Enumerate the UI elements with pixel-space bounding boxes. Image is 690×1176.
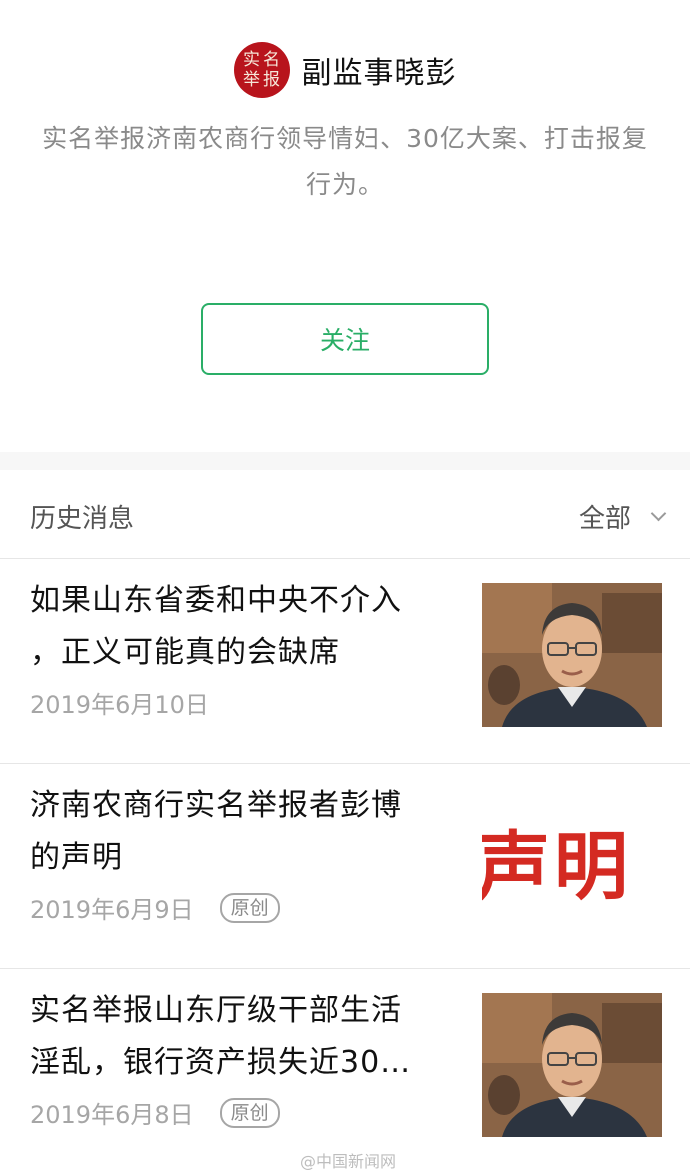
article-thumbnail <box>482 583 662 727</box>
account-profile: 实 名 举 报 副监事晓彭 实名举报济南农商行领导情妇、30亿大案、打击报复行为… <box>0 0 690 452</box>
chevron-down-icon <box>650 505 667 522</box>
portrait-image <box>482 993 662 1137</box>
article-date: 2019年6月10日 <box>30 691 209 719</box>
avatar-char: 名 <box>263 49 280 70</box>
filter-label: 全部 <box>578 504 631 534</box>
history-title: 历史消息 <box>30 504 135 534</box>
original-badge: 原创 <box>219 892 280 923</box>
article-date: 2019年6月8日 <box>30 1101 194 1129</box>
avatar[interactable]: 实 名 举 报 <box>233 42 290 98</box>
follow-button[interactable]: 关注 <box>201 303 489 375</box>
article-item[interactable]: 实名举报山东厅级干部生活 淫乱，银行资产损失近30… 2019年6月8日 原创 <box>0 969 690 1173</box>
history-header: 历史消息 全部 <box>0 470 690 559</box>
avatar-char: 实 <box>243 49 260 70</box>
portrait-image <box>482 583 662 727</box>
thumbnail-text: 声明 <box>482 823 632 910</box>
article-meta: 2019年6月8日 原创 <box>30 1095 280 1130</box>
avatar-char: 报 <box>263 69 280 90</box>
article-meta: 2019年6月9日 原创 <box>30 890 280 925</box>
account-name: 副监事晓彭 <box>301 56 457 91</box>
account-description: 实名举报济南农商行领导情妇、30亿大案、打击报复行为。 <box>42 124 648 199</box>
article-item[interactable]: 如果山东省委和中央不介入 ，正义可能真的会缺席 2019年6月10日 <box>0 559 690 764</box>
article-title: 济南农商行实名举报者彭博 的声明 <box>30 788 402 875</box>
filter-dropdown[interactable]: 全部 <box>578 498 667 535</box>
watermark: @中国新闻网 <box>300 1152 397 1171</box>
article-date: 2019年6月9日 <box>30 896 194 924</box>
account-header: 实 名 举 报 副监事晓彭 <box>0 40 690 100</box>
article-meta: 2019年6月10日 <box>30 685 209 720</box>
article-thumbnail <box>482 993 662 1137</box>
article-thumbnail: 声明 <box>482 788 662 932</box>
avatar-char: 举 <box>243 69 260 90</box>
history-messages: 历史消息 全部 如果山东省委和中央不介入 ，正义可能真的会缺席 2019年6月1… <box>0 470 690 1176</box>
original-badge: 原创 <box>219 1097 280 1128</box>
article-title: 如果山东省委和中央不介入 ，正义可能真的会缺席 <box>30 583 402 670</box>
article-title: 实名举报山东厅级干部生活 淫乱，银行资产损失近30… <box>30 993 412 1080</box>
article-item[interactable]: 济南农商行实名举报者彭博 的声明 2019年6月9日 原创 声明 <box>0 764 690 969</box>
